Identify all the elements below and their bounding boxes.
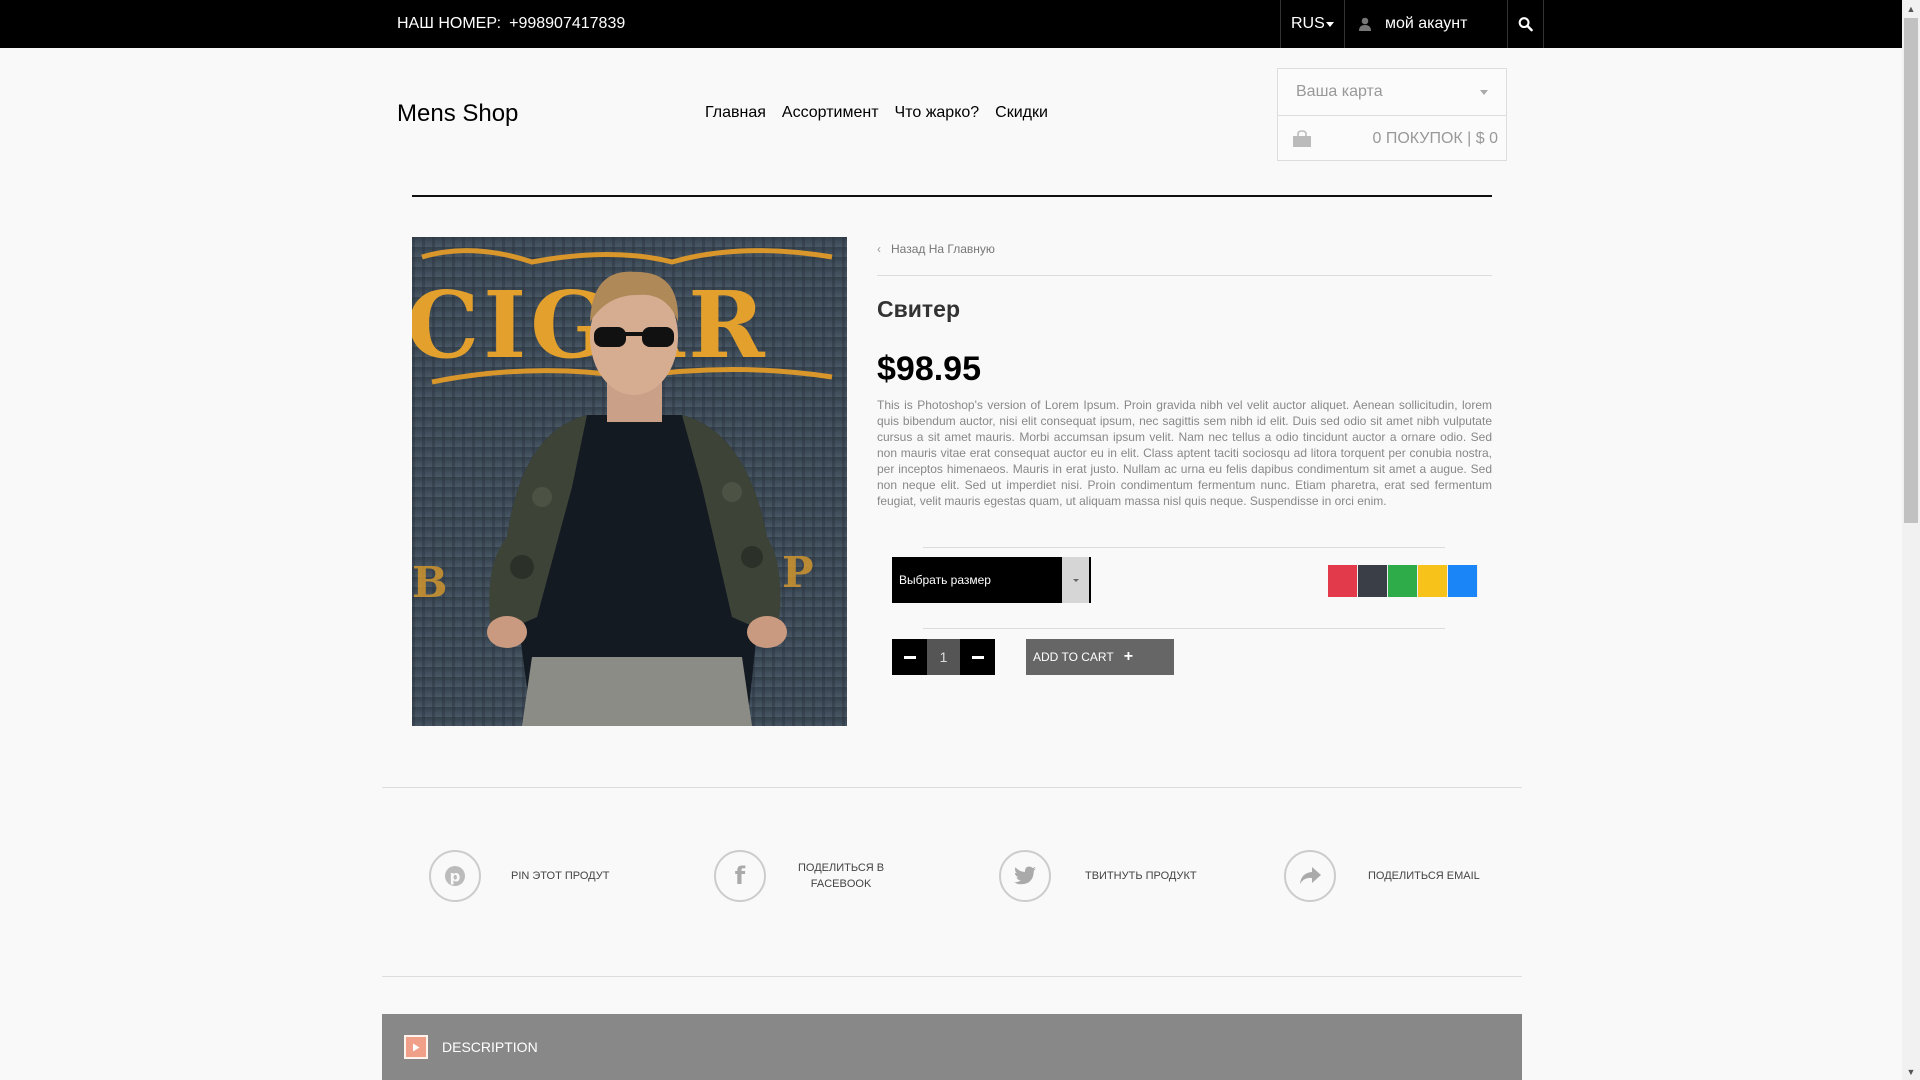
- color-swatch-yellow[interactable]: [1418, 565, 1448, 597]
- quantity-increase-button[interactable]: [960, 639, 995, 675]
- main-nav: Главная Ассортимент Что жарко? Скидки: [705, 104, 1048, 122]
- quantity-stepper: 1: [892, 639, 995, 675]
- product-price: $98.95: [877, 350, 981, 388]
- quantity-decrease-button[interactable]: [892, 639, 927, 675]
- caret-down-icon: [1072, 578, 1079, 582]
- phone-info: НАШ НОМЕР: +998907417839: [397, 0, 625, 48]
- chevron-down-icon: [1480, 89, 1488, 95]
- topbar-actions: RUS мой акаунт: [1280, 0, 1544, 48]
- svg-text:P: P: [782, 548, 814, 597]
- nav-item-catalog[interactable]: Ассортимент: [782, 104, 879, 122]
- page-scrollbar[interactable]: ▲ ▼: [1902, 0, 1920, 1080]
- cart-select-placeholder: Ваша карта: [1296, 83, 1383, 100]
- pinterest-icon: p: [429, 850, 481, 902]
- share-twitter-label: ТВИТНУТЬ ПРОДУКТ: [1085, 870, 1197, 882]
- shopping-bag-icon: [1293, 129, 1311, 147]
- share-twitter[interactable]: ТВИТНУТЬ ПРОДУКТ: [999, 850, 1197, 902]
- quantity-value[interactable]: 1: [927, 639, 960, 675]
- color-swatch-red[interactable]: [1328, 565, 1358, 597]
- caret-down-icon: [1326, 21, 1334, 27]
- size-select-label: Выбрать размер: [899, 573, 991, 587]
- share-facebook-line2: FACEBOOK: [810, 878, 872, 890]
- minus-icon: [971, 655, 984, 659]
- share-pinterest-label: PIN ЭТОТ ПРОДУТ: [511, 870, 610, 882]
- nav-item-sale[interactable]: Скидки: [995, 104, 1048, 122]
- search-button[interactable]: [1507, 0, 1544, 48]
- phone-number[interactable]: +998907417839: [509, 15, 625, 32]
- divider: [923, 628, 1445, 629]
- minus-icon: [903, 655, 916, 659]
- size-select-toggle[interactable]: [1062, 557, 1091, 603]
- color-swatches: [1328, 565, 1478, 597]
- phone-label: НАШ НОМЕР:: [397, 15, 502, 32]
- svg-text:p: p: [450, 868, 461, 886]
- scrollbar-thumb[interactable]: [1904, 18, 1918, 523]
- play-icon: [404, 1035, 428, 1059]
- share-email[interactable]: ПОДЕЛИТЬСЯ EMAIL: [1284, 850, 1480, 902]
- divider: [382, 787, 1522, 788]
- cart-summary[interactable]: 0 ПОКУПОК | $ 0: [1278, 116, 1506, 161]
- size-select[interactable]: Выбрать размер: [892, 557, 1091, 603]
- tab-description[interactable]: DESCRIPTION: [382, 1014, 1522, 1080]
- chevron-left-icon: ‹: [877, 242, 881, 256]
- plus-icon: +: [1123, 648, 1134, 665]
- divider: [877, 275, 1492, 276]
- product-title: Свитер: [877, 296, 960, 322]
- cart-widget: Ваша карта 0 ПОКУПОК | $ 0: [1277, 68, 1507, 161]
- color-swatch-green[interactable]: [1388, 565, 1418, 597]
- language-label: RUS: [1291, 15, 1325, 32]
- language-select[interactable]: RUS: [1280, 0, 1344, 48]
- svg-text:CIGAR: CIGAR: [412, 271, 769, 379]
- facebook-icon: f: [714, 850, 766, 902]
- site-logo[interactable]: Mens Shop: [397, 100, 518, 128]
- add-to-cart-button[interactable]: ADD TO CART +: [1026, 639, 1174, 675]
- product-image: CIGAR B P: [412, 237, 847, 726]
- back-link-label: Назад На Главную: [891, 242, 995, 256]
- share-email-label: ПОДЕЛИТЬСЯ EMAIL: [1368, 870, 1480, 882]
- add-to-cart-label: ADD TO CART: [1033, 650, 1114, 664]
- divider: [382, 976, 1522, 977]
- divider: [923, 547, 1445, 548]
- share-facebook-line1: ПОДЕЛИТЬСЯ В: [798, 862, 885, 874]
- account-label: мой акаунт: [1385, 15, 1468, 32]
- product-description: This is Photoshop's version of Lorem Ips…: [877, 398, 1492, 508]
- share-pinterest[interactable]: p PIN ЭТОТ ПРОДУТ: [429, 850, 609, 902]
- top-bar: НАШ НОМЕР: +998907417839 RUS мой акаунт: [0, 0, 1902, 48]
- share-facebook[interactable]: f ПОДЕЛИТЬСЯ В FACEBOOK: [714, 850, 884, 902]
- scroll-down-icon[interactable]: ▼: [1902, 1063, 1920, 1080]
- color-swatch-charcoal[interactable]: [1358, 565, 1388, 597]
- color-swatch-blue[interactable]: [1448, 565, 1478, 597]
- user-icon: [1359, 17, 1371, 31]
- cart-select[interactable]: Ваша карта: [1278, 69, 1506, 116]
- cart-summary-text: 0 ПОКУПОК | $ 0: [1372, 129, 1498, 147]
- share-facebook-label: ПОДЕЛИТЬСЯ В FACEBOOK: [798, 860, 884, 892]
- nav-item-hot[interactable]: Что жарко?: [895, 104, 980, 122]
- tab-description-label: DESCRIPTION: [442, 1039, 538, 1055]
- svg-text:B: B: [412, 558, 448, 607]
- nav-item-home[interactable]: Главная: [705, 104, 766, 122]
- header-divider: [412, 195, 1492, 197]
- back-link[interactable]: ‹ Назад На Главную: [877, 242, 995, 256]
- account-button[interactable]: мой акаунт: [1344, 0, 1507, 48]
- twitter-icon: [999, 850, 1051, 902]
- scroll-up-icon[interactable]: ▲: [1902, 0, 1920, 17]
- search-icon: [1518, 17, 1533, 32]
- share-arrow-icon: [1284, 850, 1336, 902]
